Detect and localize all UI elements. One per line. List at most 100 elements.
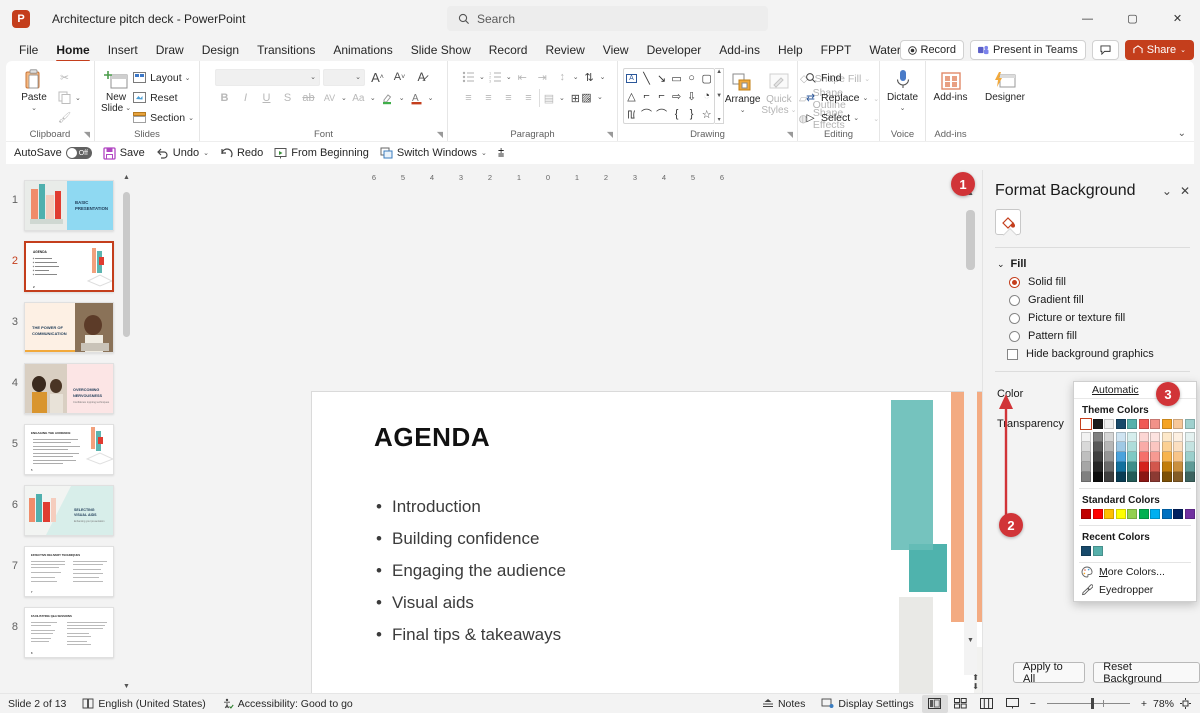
normal-view-button[interactable] [922,695,948,713]
copy-chevron-down-icon[interactable]: ⌄ [75,94,81,102]
shade-column[interactable] [1185,432,1195,482]
shade-column[interactable] [1127,432,1137,482]
shade-swatch[interactable] [1127,442,1137,452]
slide-sorter-view-button[interactable] [948,695,974,713]
thumbnail-slide-1[interactable]: 1 BASICPRESENTATION [0,175,132,236]
shape-textbox-icon[interactable]: A [626,74,637,83]
redo-button[interactable]: Redo [220,147,263,159]
shade-swatch[interactable] [1139,472,1149,482]
decrease-font-size-button[interactable]: A˅ [390,68,409,86]
shade-swatch[interactable] [1127,432,1137,442]
numbering-button[interactable]: 123 [486,68,505,86]
standard-swatch[interactable] [1093,509,1103,519]
slide-count-indicator[interactable]: Slide 2 of 13 [0,698,74,710]
tab-transitions[interactable]: Transitions [248,40,324,61]
thumbnail-preview[interactable]: EFFECTIVE DELIVERY TECHNIQUES7 [24,546,114,597]
zoom-in-button[interactable]: + [1137,698,1151,710]
shade-swatch[interactable] [1116,432,1126,442]
more-colors-item[interactable]: More Colors... [1074,563,1196,581]
shade-swatch[interactable] [1173,472,1183,482]
shade-column[interactable] [1162,432,1172,482]
thumbnail-preview[interactable]: THE POWER OFCOMMUNICATION [24,302,114,353]
thumbnail-slide-5[interactable]: 5 ENGAGING THE AUDIENCE5 [0,419,132,480]
customize-qat-button[interactable]: ⩲ [498,147,504,160]
decrease-indent-button[interactable]: ⇤ [513,68,532,86]
thumbnail-preview[interactable]: ENGAGING THE AUDIENCE5 [24,424,114,475]
numbering-chevron-down-icon[interactable]: ⌄ [506,73,512,81]
line-spacing-button[interactable]: ↕ [553,68,572,86]
shape-line-icon[interactable]: ╲ [639,69,654,87]
italic-button[interactable]: I [236,89,255,107]
shape-right-brace-icon[interactable]: } [684,105,699,123]
change-case-chevron-down-icon[interactable]: ⌄ [370,94,376,102]
shade-swatch[interactable] [1093,472,1103,482]
theme-swatch[interactable] [1116,419,1126,429]
tab-slide-show[interactable]: Slide Show [402,40,480,61]
layout-button[interactable]: Layout ⌄ [132,68,194,87]
shape-arrow-icon[interactable]: ↘ [654,69,669,87]
thumbnail-slide-4[interactable]: 4 OVERCOMINGNERVOUSNESSConfidence inділi… [0,358,132,419]
shade-swatch[interactable] [1185,462,1195,472]
autosave-toggle[interactable]: AutoSave Off [14,147,92,159]
standard-swatch[interactable] [1139,509,1149,519]
notes-button[interactable]: Notes [754,698,813,710]
standard-swatch[interactable] [1162,509,1172,519]
pattern-fill-radio[interactable] [1009,331,1020,342]
comments-button[interactable] [1092,40,1119,60]
bullet-item[interactable]: Introduction [374,497,566,517]
next-slide-icon[interactable]: ⬇ [972,682,979,691]
thumbnail-preview[interactable]: AGENDA2 [24,241,114,292]
standard-swatch[interactable] [1150,509,1160,519]
text-direction-chevron-down-icon[interactable]: ⌄ [600,73,606,81]
add-ins-button[interactable]: Add-ins [931,66,970,103]
new-slide-chevron-down-icon[interactable]: ⌄ [125,103,131,114]
shape-curve-icon[interactable]: ⌒ [639,105,654,123]
canvas-scroll-thumb[interactable] [966,210,975,270]
section-chevron-down-icon[interactable]: ⌄ [188,114,194,122]
shade-swatch[interactable] [1150,442,1160,452]
thumbnail-preview[interactable]: BASICPRESENTATION [24,180,114,231]
solid-fill-radio[interactable] [1009,277,1020,288]
shade-swatch[interactable] [1081,452,1091,462]
minimize-button[interactable]: — [1065,0,1110,37]
thumbnail-slide-2[interactable]: 2 AGENDA2 [0,236,132,297]
fit-slide-to-window-button[interactable] [1179,697,1200,710]
theme-swatch[interactable] [1173,419,1183,429]
tab-home[interactable]: Home [47,40,98,61]
shade-swatch[interactable] [1185,432,1195,442]
slide-title[interactable]: AGENDA [374,422,490,453]
strikethrough-button[interactable]: ab [299,89,318,107]
shade-swatch[interactable] [1139,452,1149,462]
shade-swatch[interactable] [1093,432,1103,442]
recent-swatch[interactable] [1093,546,1103,556]
standard-colors-row[interactable] [1074,509,1196,519]
convert-to-smartart-button[interactable]: ▨ [577,88,596,106]
drawing-dialog-launcher[interactable]: ◥ [787,128,793,141]
thumbnail-preview[interactable]: SELECTINGVISUAL AIDSEnhancing your prese… [24,485,114,536]
thumbnail-slide-8[interactable]: 8 FACILITATING Q&A SESSIONS8 [0,602,132,663]
increase-font-size-button[interactable]: A˄ [368,68,387,86]
option-pattern-fill[interactable]: Pattern fill [983,324,1200,342]
line-spacing-chevron-down-icon[interactable]: ⌄ [573,73,579,81]
tab-review[interactable]: Review [536,40,593,61]
thumbnail-slide-6[interactable]: 6 SELECTINGVISUAL AIDSEnhancing your pre… [0,480,132,541]
arrange-button[interactable]: Arrange ⌄ [724,68,761,128]
find-button[interactable]: Find [803,68,868,87]
tab-add-ins[interactable]: Add-ins [710,40,769,61]
shape-triangle-icon[interactable]: △ [624,87,639,105]
select-chevron-down-icon[interactable]: ⌄ [853,114,859,122]
shade-swatch[interactable] [1185,472,1195,482]
quick-styles-chevron-down-icon[interactable]: ⌄ [791,105,797,116]
shade-swatch[interactable] [1173,442,1183,452]
apply-to-all-button[interactable]: Apply to All [1013,662,1085,683]
gradient-fill-radio[interactable] [1009,295,1020,306]
accessibility-indicator[interactable]: Accessibility: Good to go [214,698,361,710]
shade-swatch[interactable] [1116,472,1126,482]
shade-swatch[interactable] [1173,432,1183,442]
quick-styles-button[interactable]: Quick Styles⌄ [761,68,796,128]
shade-column[interactable] [1081,432,1091,482]
hide-background-graphics-checkbox[interactable] [1007,349,1018,360]
thumbnail-scroll-down-icon[interactable]: ▼ [121,679,132,693]
tab-help[interactable]: Help [769,40,812,61]
thumbnail-slide-7[interactable]: 7 EFFECTIVE DELIVERY TECHNIQUES7 [0,541,132,602]
